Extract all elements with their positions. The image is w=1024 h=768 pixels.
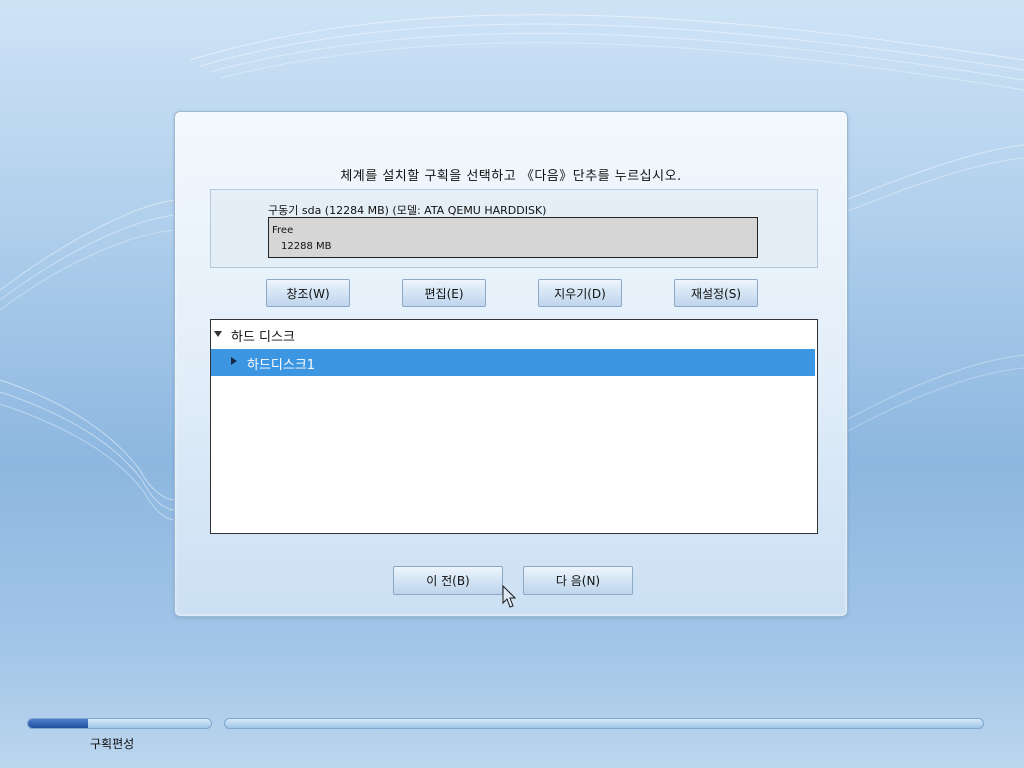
collapsed-triangle-icon[interactable] bbox=[231, 357, 237, 365]
partition-name: Free bbox=[272, 225, 294, 236]
mouse-pointer-icon bbox=[502, 585, 516, 608]
tree-root-label: 하드 디스크 bbox=[231, 330, 295, 345]
disk-info-panel: 구동기 sda (12284 MB) (모델: ATA QEMU HARDDIS… bbox=[210, 189, 818, 268]
disk-tree[interactable]: 하드 디스크 하드디스크1 bbox=[210, 319, 818, 534]
step-label: 구획편성 bbox=[90, 737, 135, 751]
back-button[interactable]: 이 전(B) bbox=[393, 566, 503, 595]
step-progress-fill bbox=[28, 719, 89, 728]
delete-button[interactable]: 지우기(D) bbox=[538, 279, 622, 307]
next-button[interactable]: 다 음(N) bbox=[523, 566, 633, 595]
edit-button[interactable]: 편집(E) bbox=[402, 279, 486, 307]
instruction-text: 체계를 설치할 구획을 선택하고 《다음》단추를 누르십시오. bbox=[340, 169, 682, 184]
create-button[interactable]: 창조(W) bbox=[266, 279, 350, 307]
partition-size: 12288 MB bbox=[281, 241, 332, 252]
expand-triangle-icon[interactable] bbox=[214, 331, 222, 337]
overall-progress-bar bbox=[224, 718, 984, 729]
tree-root-hard-disk[interactable]: 하드 디스크 bbox=[211, 326, 815, 345]
partition-dialog: 체계를 설치할 구획을 선택하고 《다음》단추를 누르십시오. 구동기 sda … bbox=[174, 111, 848, 617]
tree-item-label: 하드디스크1 bbox=[247, 358, 316, 373]
disk-title: 구동기 sda (12284 MB) (모델: ATA QEMU HARDDIS… bbox=[268, 204, 547, 217]
tree-item-hard-disk-1[interactable]: 하드디스크1 bbox=[211, 349, 815, 376]
reset-button[interactable]: 재설정(S) bbox=[674, 279, 758, 307]
partition-bar-free[interactable]: Free 12288 MB bbox=[268, 217, 758, 258]
step-progress-bar bbox=[27, 718, 212, 729]
